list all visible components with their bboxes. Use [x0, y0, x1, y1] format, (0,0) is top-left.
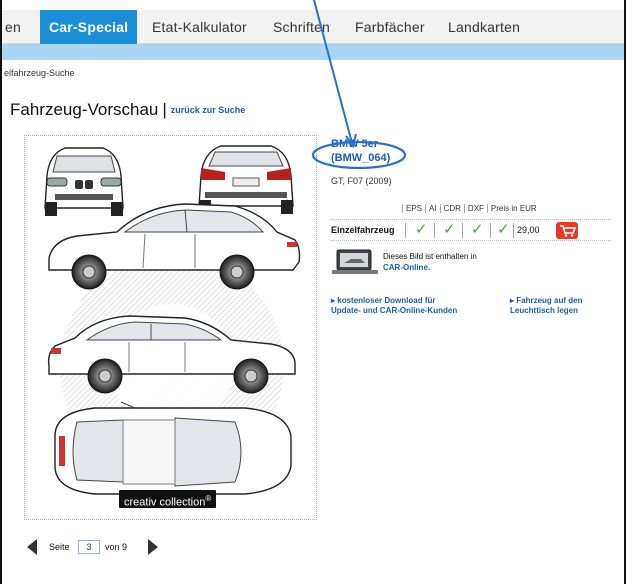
lighttable-link[interactable]: ▸ Fahrzeug auf den Leuchttisch legen	[510, 296, 582, 316]
check-dxf-icon: ✓	[497, 221, 510, 238]
format-header: EPS AI CDR DXF Preis in EUR	[402, 204, 540, 213]
page-title: Fahrzeug-Vorschau | zurück zur Suche	[10, 100, 245, 120]
vehicle-preview[interactable]	[24, 135, 317, 520]
breadcrumb[interactable]: elfahrzeug-Suche	[4, 68, 75, 78]
format-dxf: DXF	[463, 204, 487, 213]
page-frame: en Car-Special Etat-Kalkulator Schriften…	[0, 0, 627, 584]
car-rear-view	[198, 145, 294, 214]
free-download-link[interactable]: ▸ kostenloser Download für Update- und C…	[331, 296, 457, 316]
previous-page-button[interactable]	[27, 539, 37, 555]
next-page-button[interactable]	[148, 539, 158, 555]
laptop-icon	[332, 249, 378, 274]
divider	[513, 223, 514, 238]
price-row-label: Einzelfahrzeug	[331, 225, 395, 235]
car-online-link[interactable]: CAR-Online.	[383, 263, 430, 272]
main-nav: en Car-Special Etat-Kalkulator Schriften…	[2, 10, 624, 44]
car-online-info: Dieses Bild ist enthalten in CAR-Online.	[331, 249, 551, 275]
format-eps: EPS	[402, 204, 425, 213]
page-title-text: Fahrzeug-Vorschau	[10, 100, 159, 119]
pager-total: von 9	[105, 542, 128, 552]
nav-item-0[interactable]: en	[5, 10, 21, 44]
car-top-view	[54, 401, 292, 501]
nav-item-car-special[interactable]: Car-Special	[40, 10, 138, 44]
model-name: BMW 5er	[331, 138, 379, 150]
divider	[405, 223, 406, 238]
pager-label: Seite	[49, 542, 70, 552]
page-number-input[interactable]	[78, 540, 100, 554]
free-download-line-2: Update- und CAR-Online-Kunden	[331, 306, 458, 315]
cart-icon	[560, 225, 577, 237]
nav-accent-strip	[2, 44, 624, 60]
car-online-note: Dieses Bild ist enthalten in	[383, 252, 477, 261]
model-subtitle: GT, F07 (2009)	[331, 176, 392, 186]
add-to-cart-button[interactable]	[556, 222, 578, 239]
divider	[462, 223, 463, 238]
title-separator: |	[162, 100, 167, 119]
frame-border-left	[0, 0, 2, 584]
free-download-line-1: kostenloser Download für	[337, 296, 436, 305]
car-online-text: Dieses Bild ist enthalten in CAR-Online.	[383, 251, 477, 273]
format-ai: AI	[425, 204, 440, 213]
back-to-search-link[interactable]: zurück zur Suche	[171, 105, 246, 115]
nav-item-landkarten[interactable]: Landkarten	[448, 10, 520, 44]
check-cdr-icon: ✓	[471, 221, 484, 238]
model-code: (BMW_064)	[331, 152, 391, 164]
vehicle-drawings	[44, 145, 301, 501]
divider	[490, 223, 491, 238]
check-eps-icon: ✓	[415, 221, 428, 238]
format-cdr: CDR	[439, 204, 464, 213]
price-column-header: Preis in EUR	[486, 204, 540, 213]
price-row: Einzelfahrzeug ✓ ✓ ✓ ✓ 29,00	[331, 219, 611, 241]
frame-border-right	[624, 0, 626, 584]
lighttable-line-1: Fahrzeug auf den	[516, 296, 583, 305]
creativ-collection-badge: creativ collection®	[119, 490, 217, 509]
nav-item-farbfaecher[interactable]: Farbfächer	[355, 10, 425, 44]
divider	[434, 223, 435, 238]
lighttable-line-2: Leuchttisch legen	[510, 306, 579, 315]
nav-item-etat-kalkulator[interactable]: Etat-Kalkulator	[152, 10, 247, 44]
car-front-view	[44, 147, 124, 216]
badge-registered-mark: ®	[205, 494, 212, 503]
model-title: BMW 5er (BMW_064)	[331, 137, 390, 165]
badge-label: creativ collection	[124, 496, 206, 509]
price-value: 29,00	[517, 225, 540, 235]
nav-item-schriften[interactable]: Schriften	[273, 10, 330, 44]
check-ai-icon: ✓	[443, 221, 456, 238]
